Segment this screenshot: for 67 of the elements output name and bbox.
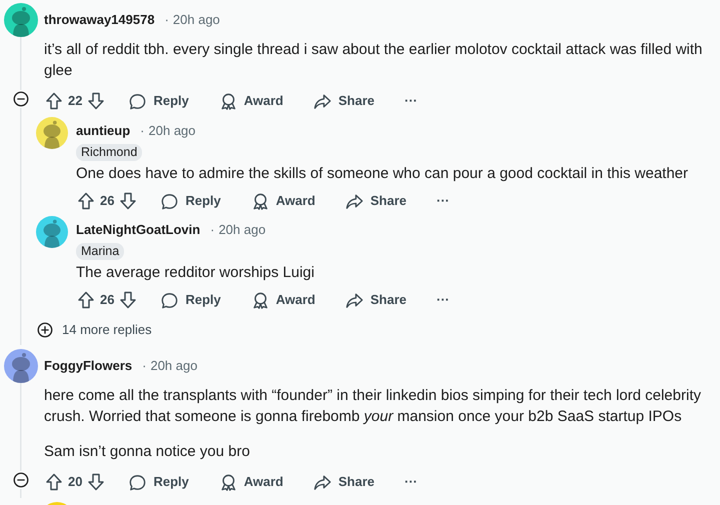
share-arrow-icon: [313, 472, 332, 492]
more-options-button[interactable]: ···: [400, 86, 422, 116]
award-icon: [250, 192, 270, 210]
timestamp: 20h ago: [148, 122, 196, 140]
avatar-icon[interactable]: [36, 117, 68, 149]
comment-text: One does have to admire the skills of someone who can pour a good cocktail in this weather: [76, 164, 690, 184]
share-arrow-icon: [345, 290, 364, 310]
upvote-icon[interactable]: [44, 91, 64, 111]
reply-button[interactable]: Reply: [156, 186, 225, 216]
share-button[interactable]: Share: [341, 285, 411, 315]
more-options-button[interactable]: ···: [400, 467, 422, 497]
avatar-icon[interactable]: [36, 216, 68, 248]
speech-bubble-icon: [128, 472, 148, 492]
comment-text: it’s all of reddit tbh. every single thread i saw about the earlier molotov cocktail attack was filled with glee: [44, 40, 704, 81]
username[interactable]: auntieup: [76, 121, 130, 141]
user-flair: Marina: [76, 243, 124, 260]
award-icon: [218, 472, 238, 492]
award-icon: [218, 92, 238, 110]
award-button[interactable]: Award: [214, 467, 288, 497]
separator-dot: ·: [142, 357, 146, 376]
downvote-icon[interactable]: [86, 91, 106, 111]
separator-dot: ·: [140, 122, 145, 140]
user-flair: Richmond: [76, 144, 142, 161]
separator-dot: ·: [210, 221, 215, 240]
downvote-icon[interactable]: [118, 290, 138, 310]
avatar-icon[interactable]: [4, 3, 38, 37]
collapse-icon[interactable]: [12, 471, 30, 489]
reply-button[interactable]: Reply: [124, 467, 193, 497]
more-options-button[interactable]: ···: [432, 285, 454, 315]
timestamp: 20h ago: [172, 11, 220, 30]
upvote-icon[interactable]: [44, 472, 64, 492]
speech-bubble-icon: [160, 192, 180, 210]
upvote-icon[interactable]: [76, 191, 96, 211]
vote-count: 22: [68, 92, 82, 110]
comment-text: The average redditor worships Luigi: [76, 263, 316, 283]
username[interactable]: LateNightGoatLovin: [76, 220, 200, 240]
award-button[interactable]: Award: [246, 285, 320, 315]
timestamp: 20h ago: [150, 357, 198, 376]
share-button[interactable]: Share: [309, 467, 379, 497]
award-icon: [250, 290, 270, 310]
more-replies-link[interactable]: 14 more replies: [62, 320, 152, 340]
vote-count: 20: [68, 473, 82, 492]
upvote-icon[interactable]: [76, 290, 96, 310]
downvote-icon[interactable]: [118, 191, 138, 211]
username[interactable]: FoggyFlowers: [44, 356, 132, 376]
comment-text: here come all the transplants with “founder” in their linkedin bios simping for their tech lord celebrity crush. Worried that someone is gonna firebomb your mansion once your b2b SaaS startup IPOs: [44, 386, 702, 427]
speech-bubble-icon: [160, 290, 180, 310]
reply-button[interactable]: Reply: [156, 285, 225, 315]
collapse-icon[interactable]: [12, 90, 30, 108]
more-options-button[interactable]: ···: [432, 186, 454, 216]
avatar-icon[interactable]: [4, 349, 38, 383]
award-button[interactable]: Award: [246, 186, 320, 216]
comment-text: Sam isn’t gonna notice you bro: [44, 442, 251, 462]
speech-bubble-icon: [128, 92, 148, 110]
share-button[interactable]: Share: [341, 186, 411, 216]
award-button[interactable]: Award: [214, 86, 288, 116]
expand-icon[interactable]: [36, 321, 54, 339]
reply-button[interactable]: Reply: [124, 86, 193, 116]
separator-dot: ·: [164, 11, 169, 30]
timestamp: 20h ago: [218, 221, 266, 240]
vote-count: 26: [100, 291, 114, 310]
share-arrow-icon: [345, 192, 364, 210]
share-arrow-icon: [313, 92, 332, 110]
share-button[interactable]: Share: [309, 86, 379, 116]
downvote-icon[interactable]: [86, 472, 106, 492]
vote-count: 26: [100, 192, 114, 210]
username[interactable]: throwaway149578: [44, 10, 155, 30]
